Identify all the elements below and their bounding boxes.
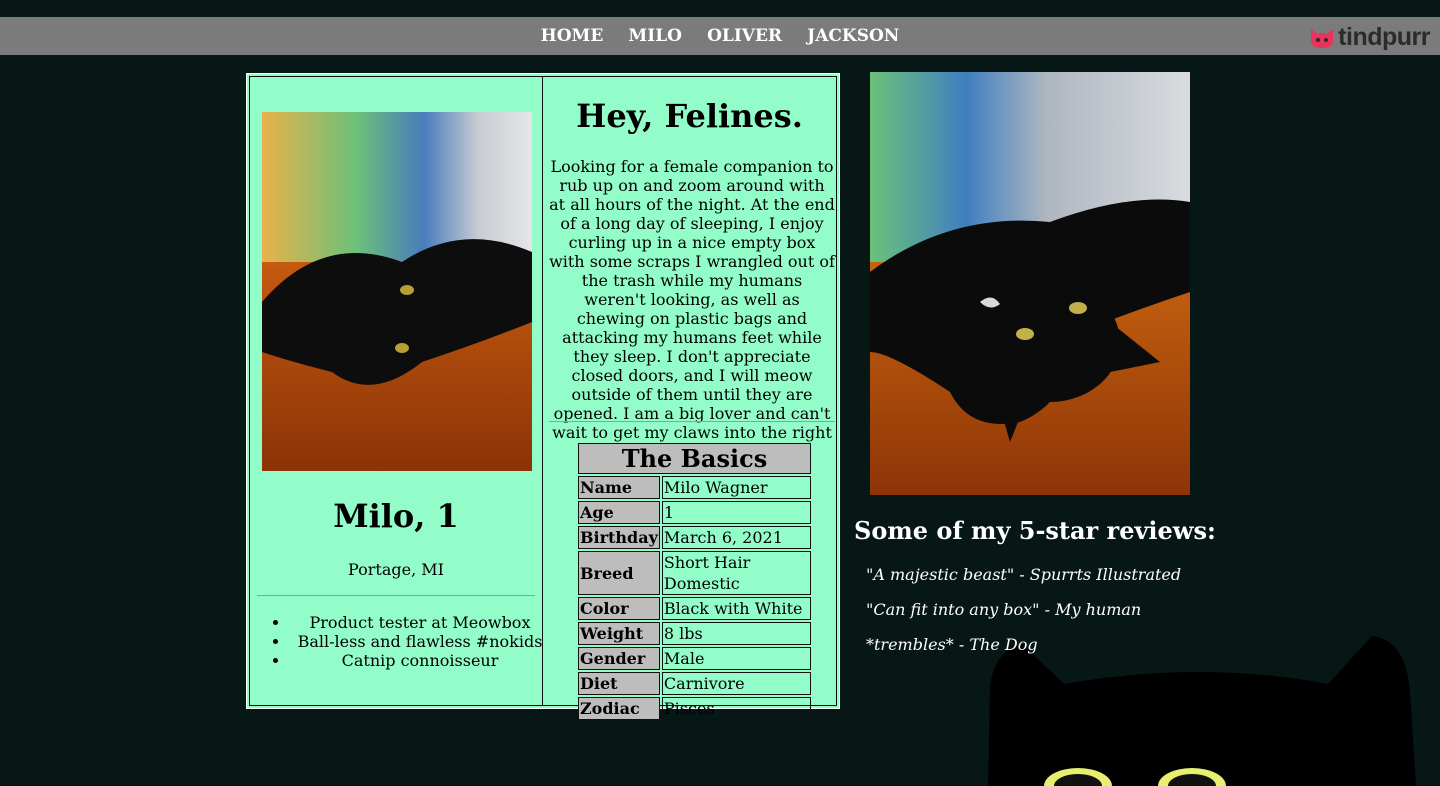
profile-name-age: Milo, 1 <box>333 497 459 535</box>
table-row: Weight 8 lbs <box>578 622 811 645</box>
page: HOME MILO OLIVER JACKSON tindpurr Milo, … <box>0 0 1440 786</box>
table-row: Diet Carnivore <box>578 672 811 695</box>
table-row: Zodiac Pisces <box>578 697 811 720</box>
review-item: "A majestic beast" - Spurrts Illustrated <box>866 565 1182 584</box>
table-row: Birthday March 6, 2021 <box>578 526 811 549</box>
profile-headline: Hey, Felines. <box>576 97 803 135</box>
basics-value: Black with White <box>661 597 811 620</box>
nav-link-jackson[interactable]: JACKSON <box>807 17 899 55</box>
basics-label: Zodiac <box>578 697 660 720</box>
basics-label: Breed <box>578 551 660 595</box>
table-row: Gender Male <box>578 647 811 670</box>
profile-photo <box>262 112 532 471</box>
basics-label: Age <box>578 501 660 524</box>
reviews-list: "A majestic beast" - Spurrts Illustrated… <box>866 565 1181 670</box>
profile-card-inner: Milo, 1 Portage, MI Product tester at Me… <box>249 76 837 720</box>
basics-label: Diet <box>578 672 660 695</box>
table-row: Age 1 <box>578 501 811 524</box>
reviews-heading: Some of my 5-star reviews: <box>854 516 1216 545</box>
basics-value: Male <box>661 647 811 670</box>
basics-value: Carnivore <box>661 672 811 695</box>
brand-logo[interactable]: tindpurr <box>1309 22 1430 51</box>
basics-value: 1 <box>661 501 811 524</box>
basics-value: Milo Wagner <box>661 476 811 499</box>
cat-photo-image <box>870 72 1190 495</box>
review-item: *trembles* - The Dog <box>866 635 1038 654</box>
table-row: Name Milo Wagner <box>578 476 811 499</box>
basics-table: The Basics Name Milo Wagner Age 1 Birthd… <box>576 441 813 722</box>
divider <box>549 421 835 422</box>
profile-location: Portage, MI <box>348 560 444 579</box>
nav-link-milo[interactable]: MILO <box>628 17 682 55</box>
profile-bio: Looking for a female companion to rub up… <box>549 157 835 461</box>
profile-card: Milo, 1 Portage, MI Product tester at Me… <box>246 73 840 720</box>
basics-table-title: The Basics <box>578 443 811 474</box>
nav-link-home[interactable]: HOME <box>541 17 604 55</box>
divider <box>257 595 535 596</box>
nav-link-oliver[interactable]: OLIVER <box>707 17 782 55</box>
profile-left-column: Milo, 1 Portage, MI Product tester at Me… <box>250 77 543 705</box>
basics-value: March 6, 2021 <box>661 526 811 549</box>
brand-name: tindpurr <box>1338 22 1430 51</box>
list-item: Product tester at Meowbox <box>290 613 550 632</box>
basics-label: Color <box>578 597 660 620</box>
basics-value: Short Hair Domestic <box>661 551 811 595</box>
table-row: Breed Short Hair Domestic <box>578 551 811 595</box>
list-item: Ball-less and flawless #nokids <box>290 632 550 651</box>
nav-links: HOME MILO OLIVER JACKSON <box>0 17 1440 55</box>
basics-label: Name <box>578 476 660 499</box>
basics-label: Weight <box>578 622 660 645</box>
cat-photo-image <box>262 112 532 471</box>
basics-value: 8 lbs <box>661 622 811 645</box>
top-nav-bar: HOME MILO OLIVER JACKSON tindpurr <box>0 17 1440 55</box>
profile-facts-list: Product tester at Meowbox Ball-less and … <box>275 613 550 670</box>
review-item: "Can fit into any box" - My human <box>866 600 1142 619</box>
basics-label: Gender <box>578 647 660 670</box>
profile-right-column: Hey, Felines. Looking for a female compa… <box>543 77 836 720</box>
secondary-cat-photo <box>870 72 1190 495</box>
basics-value: Pisces <box>661 697 811 720</box>
list-item: Catnip connoisseur <box>290 651 550 670</box>
basics-label: Birthday <box>578 526 660 549</box>
cat-face-icon <box>1311 29 1334 48</box>
table-row: Color Black with White <box>578 597 811 620</box>
